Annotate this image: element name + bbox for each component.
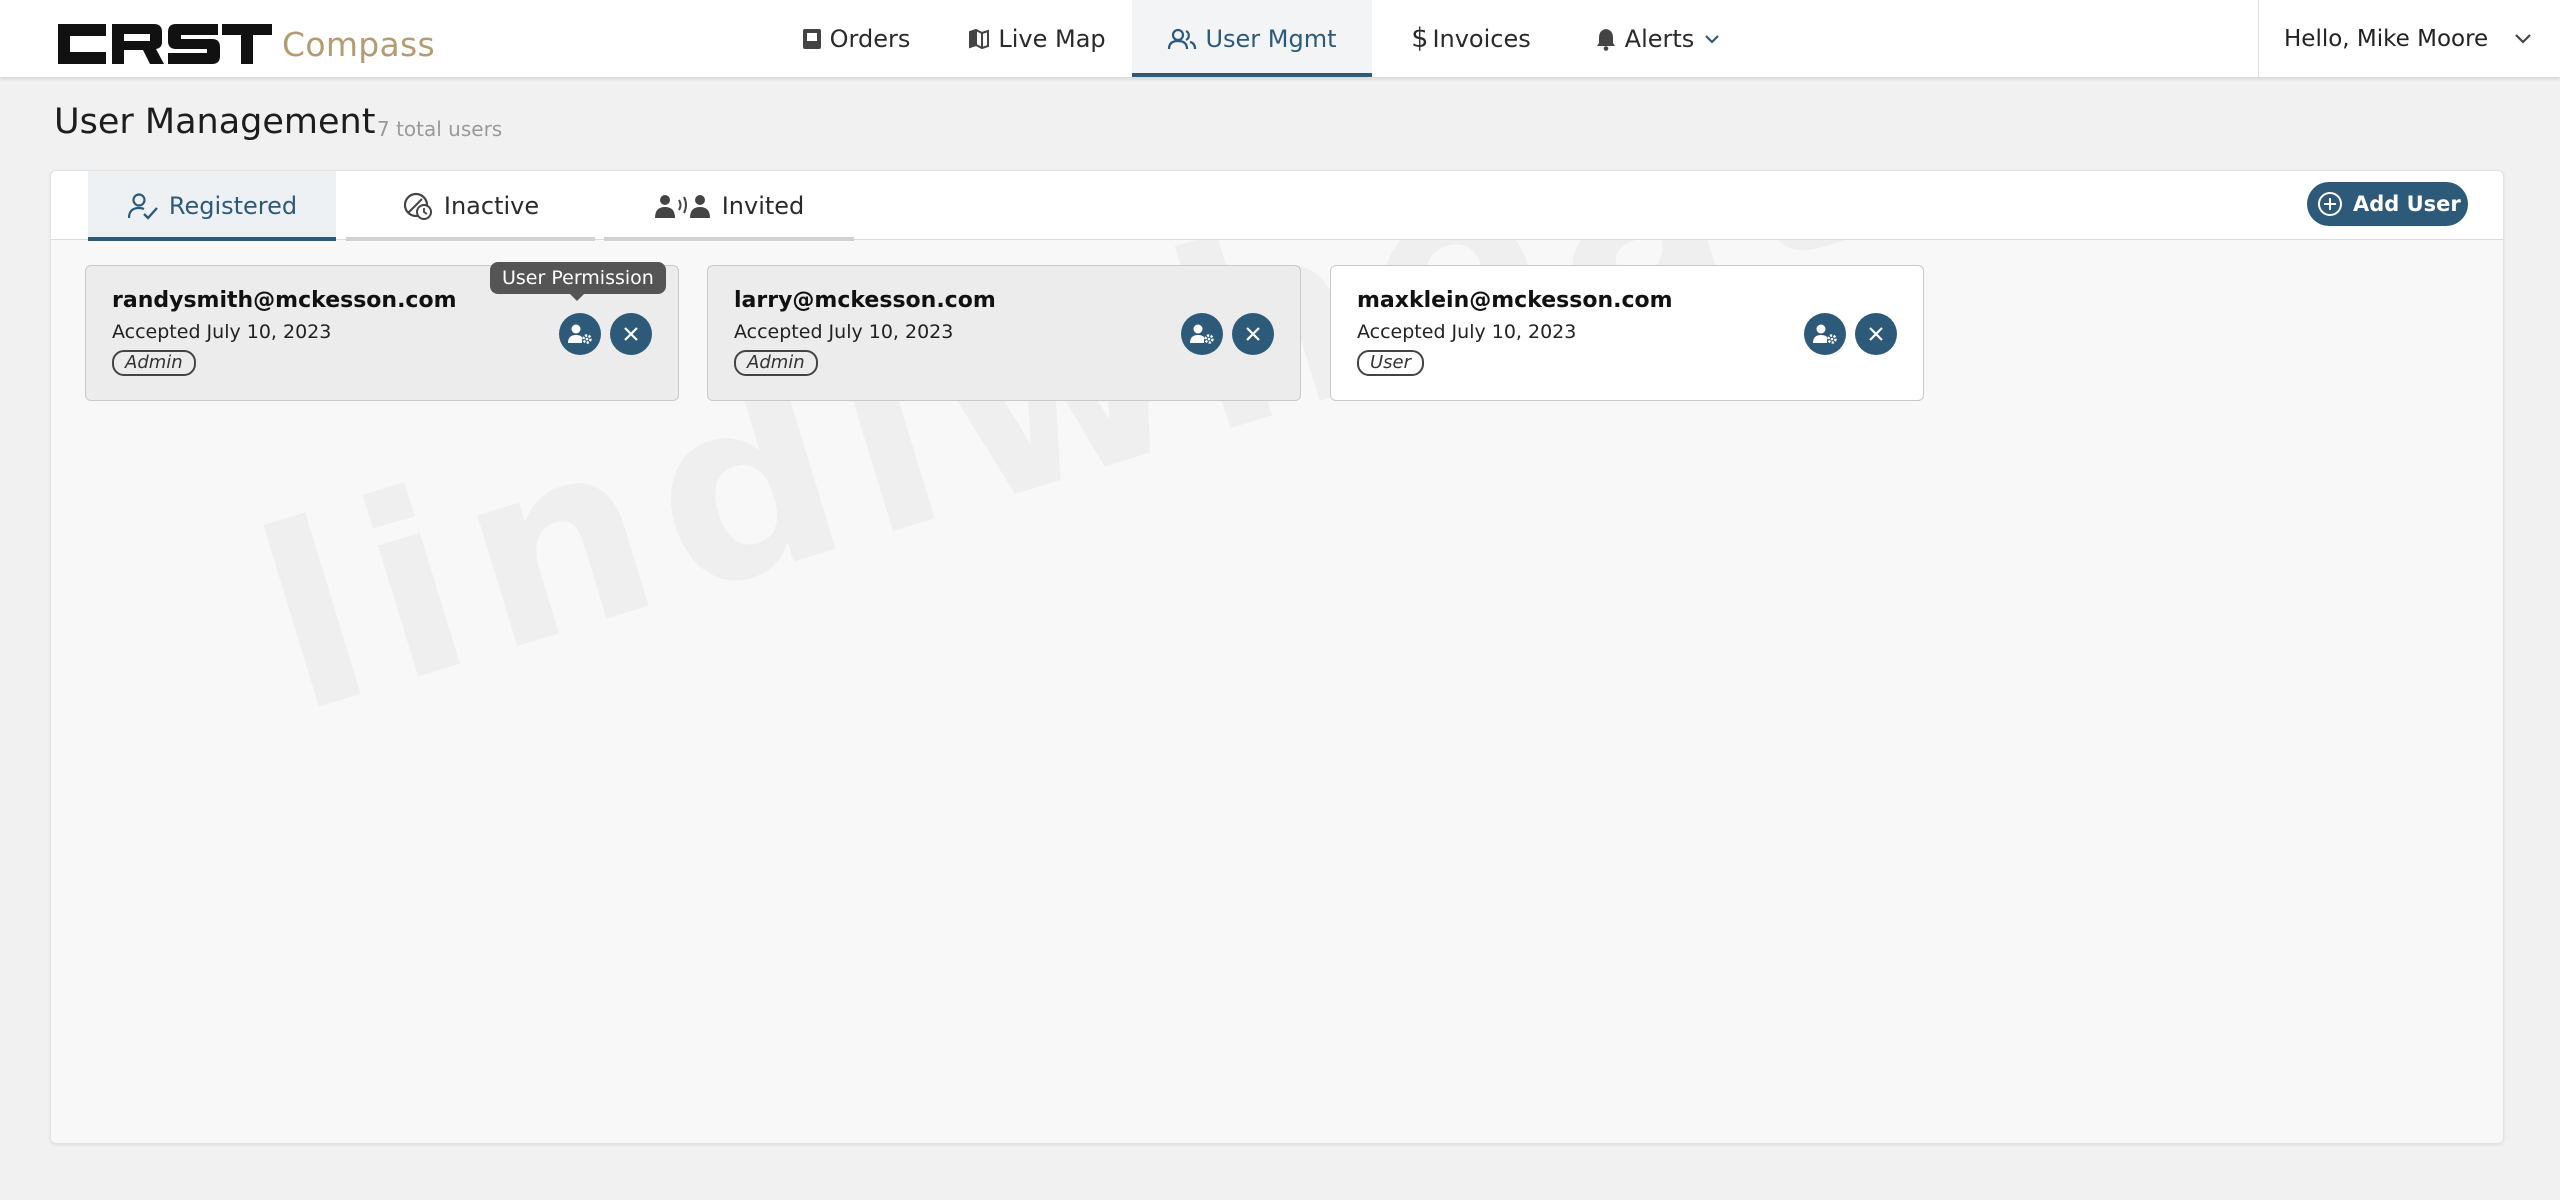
watermark: lindiwheaton.com [231, 171, 2503, 769]
card-actions [1795, 313, 1897, 355]
crst-compass-logo[interactable]: Compass [54, 14, 435, 68]
nav-live-map-label: Live Map [998, 24, 1106, 53]
add-user-button[interactable]: Add User [2307, 182, 2468, 226]
user-tabs: Registered Inactive Invited Add User [51, 171, 2503, 241]
user-gear-icon [568, 324, 592, 344]
inactive-icon [402, 191, 434, 221]
card-actions [550, 313, 652, 355]
chevron-down-icon [1704, 34, 1720, 44]
nav-user-mgmt[interactable]: User Mgmt [1132, 0, 1372, 77]
user-email: larry@mckesson.com [734, 288, 996, 313]
user-permission-button[interactable] [559, 313, 601, 355]
top-navigation-bar: Compass Orders Live Map User Mgmt $ Invo… [0, 0, 2560, 77]
user-card: larry@mckesson.com Accepted July 10, 202… [707, 265, 1301, 401]
role-badge: User [1357, 350, 1425, 376]
nav-orders-label: Orders [829, 24, 911, 53]
nav-user-mgmt-label: User Mgmt [1205, 24, 1337, 53]
crst-logo-icon [58, 24, 272, 64]
chevron-down-icon [2514, 33, 2532, 44]
user-menu[interactable]: Hello, Mike Moore [2258, 0, 2560, 77]
user-gear-icon [1813, 324, 1837, 344]
product-name: Compass [282, 25, 436, 64]
role-badge: Admin [112, 350, 196, 376]
main-nav: Orders Live Map User Mgmt $ Invoices Ale… [770, 0, 1745, 77]
tab-registered[interactable]: Registered [88, 171, 336, 241]
nav-invoices-label: Invoices [1432, 24, 1531, 53]
bell-icon [1595, 27, 1617, 51]
tab-registered-label: Registered [168, 191, 298, 220]
map-icon [968, 28, 990, 50]
invited-icon [654, 192, 712, 220]
tab-inactive[interactable]: Inactive [346, 171, 595, 241]
tab-inactive-label: Inactive [443, 191, 540, 220]
remove-user-button[interactable] [1232, 313, 1274, 355]
plus-circle-icon [2317, 191, 2343, 217]
close-icon [1246, 327, 1260, 341]
user-greeting: Hello, Mike Moore [2284, 25, 2489, 52]
card-actions [1172, 313, 1274, 355]
dollar-icon: $ [1411, 23, 1429, 54]
remove-user-button[interactable] [610, 313, 652, 355]
user-card: maxklein@mckesson.com Accepted July 10, … [1330, 265, 1924, 401]
nav-alerts[interactable]: Alerts [1570, 0, 1745, 77]
close-icon [1869, 327, 1883, 341]
user-permission-tooltip: User Permission [490, 262, 666, 301]
tab-invited[interactable]: Invited [604, 171, 854, 241]
orders-icon [802, 28, 822, 50]
user-email: maxklein@mckesson.com [1357, 288, 1673, 313]
role-badge: Admin [734, 350, 818, 376]
user-permission-button[interactable] [1181, 313, 1223, 355]
user-count: 7 total users [377, 117, 503, 141]
nav-live-map[interactable]: Live Map [942, 0, 1132, 77]
nav-orders[interactable]: Orders [770, 0, 942, 77]
user-panel: lindiwheaton.com Registered Inactive Inv… [50, 170, 2504, 1144]
user-permission-button[interactable] [1804, 313, 1846, 355]
close-icon [624, 327, 638, 341]
remove-user-button[interactable] [1855, 313, 1897, 355]
add-user-label: Add User [2353, 192, 2461, 216]
tab-invited-label: Invited [721, 191, 805, 220]
nav-invoices[interactable]: $ Invoices [1372, 0, 1570, 77]
user-gear-icon [1190, 324, 1214, 344]
users-icon [1167, 28, 1197, 50]
user-check-icon [127, 192, 159, 220]
page-title: User Management [54, 102, 376, 142]
nav-alerts-label: Alerts [1624, 24, 1695, 53]
